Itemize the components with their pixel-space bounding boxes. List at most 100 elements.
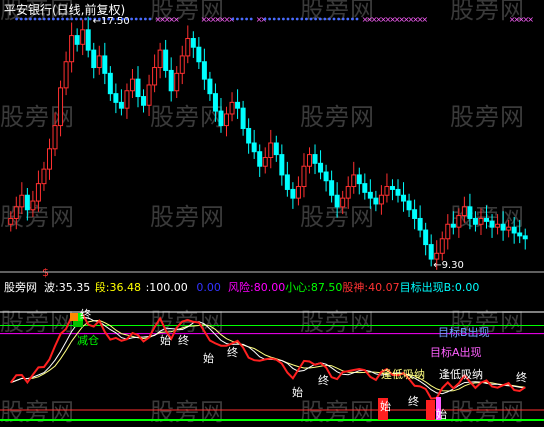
marker-dot [79,17,83,21]
marker-dot [88,17,92,21]
candle-body [445,223,451,240]
candle-body [273,142,279,156]
candle-body [306,154,312,167]
candle-body [8,217,14,225]
candle-body [395,188,401,196]
candle-body [495,223,501,228]
marker-dot [314,17,317,21]
marker-dot [295,17,299,21]
high-price-label: ←17.50 [93,16,130,27]
candle-body [63,61,69,89]
marker-dot [65,17,69,21]
marker-dot [305,17,308,21]
candle-body [301,165,307,188]
candle-body [52,125,58,150]
signal-block-green2 [73,321,83,327]
marker-dot [19,17,23,21]
candle-body [80,29,86,45]
watermark-text: 股旁网 [0,398,75,426]
label-shi: 始 [436,407,447,421]
candle-body [362,183,368,193]
candle-body [434,252,440,260]
candle-body [284,174,290,190]
marker-dot [236,17,239,21]
candle-body [279,154,285,176]
candle-body [478,217,484,225]
label-shi: 始 [160,333,171,347]
candle-body [456,215,462,228]
candle-body [41,168,47,185]
watermark-text: 股旁网 [450,103,525,131]
candle-body [229,101,235,115]
marker-dot [355,17,359,21]
candle-body [196,46,202,63]
candle-body [334,194,340,208]
marker-dot [291,17,294,21]
candle-body [207,78,213,95]
candle-body [118,101,124,109]
candle-body [240,107,246,129]
label-shi: 始 [203,351,214,365]
marker-dot [56,17,60,21]
label-zhong: 终 [227,345,238,359]
candle-body [30,200,36,211]
readout-1: 段:36.48 [95,280,141,294]
candle-body [46,148,52,170]
marker-dot [263,17,267,21]
watermark-layer: 股旁网 股旁网 股旁网 股旁网股旁网 股旁网 股旁网 股旁网股旁网 股旁网 股旁网 股旁网股旁网股… [0,0,525,426]
candle-body [378,194,384,205]
marker-dot [148,17,152,21]
candle-body [423,229,429,246]
marker-dot [337,17,340,21]
candle-body [312,154,318,164]
candle-body [450,223,456,228]
marker-dot [346,17,350,21]
candle-body [190,38,196,48]
candle-body [367,191,373,199]
candle-body [412,209,418,219]
marker-dot [328,17,331,21]
marker-dot [332,17,336,21]
marker-dot [42,17,46,21]
readout-3: 0.00 [196,281,221,294]
candle-body [506,226,512,231]
candle-body [24,194,30,211]
candle-body [168,69,174,92]
candle-body [124,90,130,109]
candle-body [389,186,395,190]
marker-dot [249,17,253,21]
watermark-text: 股旁网 [150,398,225,426]
candle-body [340,197,346,208]
candle-body [13,206,19,219]
marker-x: × [527,15,534,24]
label-low-buy: 逢低吸纳 [439,368,483,381]
marker-dot [231,17,235,21]
candle-body [489,220,495,228]
marker-dot [240,17,244,21]
candle-body [356,174,362,185]
watermark-text: 股旁网 [300,103,375,131]
marker-dot [29,17,32,21]
watermark-text: 股旁网 [150,203,225,231]
marker-dot [318,17,322,21]
marker-dot [130,17,134,21]
candle-body [251,142,257,153]
candle-body [329,180,335,196]
marker-dot [245,17,249,21]
marker-dot [272,17,276,21]
readout-4: 风险:80.00 [228,280,285,294]
label-shi: 始 [292,385,303,399]
candle-body [85,29,91,51]
marker-dot [84,17,87,21]
label-zhong: 终 [408,394,419,408]
candle-body [235,101,241,109]
candle-body [135,78,141,98]
signal-block-orange [70,313,78,321]
candle-body [163,49,169,71]
candle-body [428,244,434,260]
marker-dot [33,17,37,21]
marker-dot [144,17,147,21]
label-zhong: 终 [80,307,91,321]
candle-body [174,72,180,92]
marker-dot [309,17,313,21]
